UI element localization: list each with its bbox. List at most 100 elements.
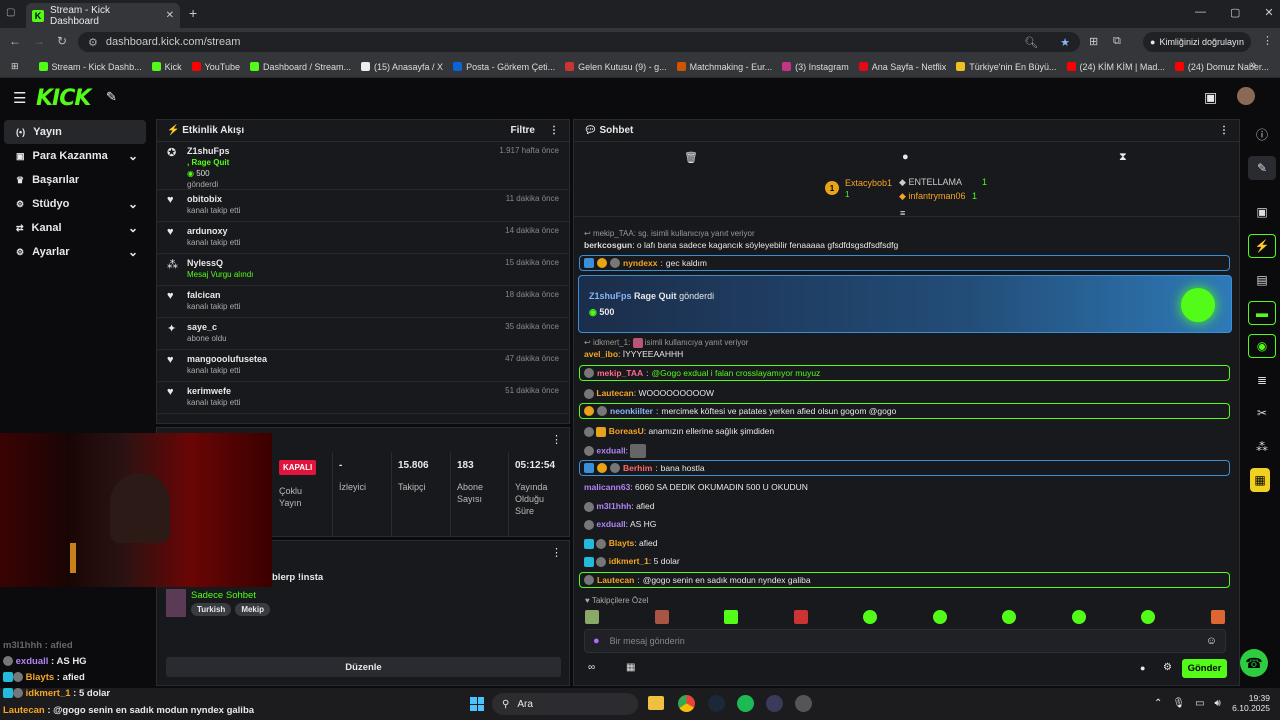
event-user[interactable]: NylessQ — [187, 258, 253, 268]
capture-icon[interactable]: ▣ — [1248, 200, 1276, 224]
tab-list-icon[interactable]: ▢ — [6, 7, 15, 18]
emote-2-icon[interactable] — [654, 610, 669, 624]
emote-8-icon[interactable] — [1071, 610, 1086, 624]
close-tab-icon[interactable]: ✕ — [166, 10, 174, 21]
chat-user[interactable]: Blayts — [609, 538, 635, 548]
event-user[interactable]: kerimwefe — [187, 386, 240, 396]
tray-volume-icon[interactable]: 🔊︎ — [1215, 698, 1221, 709]
top-gifter-1-name[interactable]: Extacybob1 — [845, 178, 892, 188]
filter-button[interactable]: Filtre — [511, 125, 535, 136]
tools-icon[interactable]: ✎ — [106, 89, 117, 105]
chat-user[interactable]: berkcosgun — [584, 240, 632, 250]
apps-icon[interactable]: ⊞ — [6, 61, 24, 72]
sidebar-item-2[interactable]: ♛ Başarılar — [4, 168, 146, 192]
quick-action-icon[interactable]: ⚡ — [1248, 234, 1276, 258]
tag-chip[interactable]: Turkish — [191, 603, 232, 616]
bookmark-item[interactable]: Stream - Kick Dashb... — [34, 62, 147, 72]
info-icon[interactable]: ⓘ — [1248, 122, 1276, 146]
menu-icon[interactable]: ☰ — [13, 89, 26, 107]
bookmark-item[interactable]: Türkiye'nin En Büyü... — [951, 62, 1061, 72]
reload-icon[interactable]: ↻ — [57, 34, 67, 48]
chat-toggle-icon[interactable]: ▬ — [1248, 301, 1276, 325]
emote-10-icon[interactable] — [1210, 610, 1225, 624]
chrome-icon[interactable] — [678, 695, 695, 712]
kick-logo[interactable]: KICK — [36, 86, 91, 111]
wrench-icon[interactable]: ✂ — [1248, 401, 1276, 425]
top-gifter-3-name[interactable]: infantryman06 — [908, 191, 965, 201]
top-gifter-2-name[interactable]: ENTELLAMA — [908, 177, 961, 187]
emote-4-icon[interactable] — [793, 610, 808, 624]
more-bookmarks-icon[interactable]: » — [1250, 59, 1256, 71]
edit-icon[interactable]: ✎ — [1248, 156, 1276, 180]
spotify-icon[interactable] — [737, 695, 754, 712]
bookmark-item[interactable]: (3) Instagram — [777, 62, 854, 72]
layers-icon[interactable]: ≣ — [1248, 368, 1276, 392]
emote-7-icon[interactable] — [1002, 610, 1017, 624]
chat-user[interactable]: Berhim — [623, 463, 652, 473]
file-explorer-icon[interactable] — [648, 696, 664, 710]
bookmark-item[interactable]: (24) Domuz Naber... — [1170, 62, 1274, 72]
trash-icon[interactable]: 🗑︎ — [684, 151, 698, 164]
event-user[interactable]: Z1shuFps — [187, 146, 230, 156]
avatar[interactable] — [1237, 87, 1255, 105]
site-info-icon[interactable]: ⚙ — [88, 36, 98, 49]
chat-user[interactable]: idkmert_1 — [609, 556, 649, 566]
support-icon[interactable]: ☎ — [1240, 649, 1268, 677]
chat-bubble-icon[interactable]: ● — [902, 151, 909, 163]
chevron-down-icon[interactable]: ⌄ — [128, 221, 138, 235]
event-user[interactable]: ardunoxy — [187, 226, 240, 236]
minimize-icon[interactable]: — — [1195, 6, 1206, 19]
chat-settings-bubble-icon[interactable]: ● — [1140, 663, 1145, 673]
share-icon[interactable]: ⁂ — [1248, 435, 1276, 459]
points-icon[interactable]: ∞ — [588, 662, 595, 673]
emote-1-icon[interactable] — [585, 610, 599, 624]
broadcast-toggle-icon[interactable]: ◉ — [1248, 334, 1276, 358]
category-name[interactable]: Sadece Sohbet — [191, 590, 256, 601]
tray-chevron-icon[interactable]: ⌃ — [1154, 698, 1162, 709]
tray-display-icon[interactable]: ▭ — [1195, 698, 1204, 709]
emote-5-icon[interactable] — [863, 610, 878, 624]
back-icon[interactable]: ← — [9, 34, 21, 48]
sidebar-item-1[interactable]: ▣ Para Kazanma ⌄ — [4, 144, 146, 168]
bookmark-item[interactable]: YouTube — [187, 62, 245, 72]
chat-user[interactable]: mekip_TAA — [597, 368, 643, 378]
chat-menu-icon[interactable]: ⋮ — [1219, 125, 1229, 136]
chat-user[interactable]: Lautecan — [597, 575, 634, 585]
browser-menu-icon[interactable]: ⋮ — [1262, 34, 1273, 47]
address-bar[interactable]: ⚙ dashboard.kick.com/stream 🔍︎ ★ — [78, 32, 1080, 52]
sidebar-item-4[interactable]: ⇄ Kanal ⌄ — [4, 216, 146, 240]
banner-user[interactable]: Z1shuFps — [589, 291, 632, 301]
event-user[interactable]: obitobix — [187, 194, 240, 204]
stats-menu-icon[interactable]: ⋮ — [551, 433, 562, 446]
send-button[interactable]: Gönder — [1182, 659, 1227, 678]
chat-user[interactable]: exduall — [596, 445, 625, 455]
taskbar-clock[interactable]: 19:39 6.10.2025 — [1232, 693, 1270, 713]
sidebar-item-0[interactable]: (•) Yayın — [4, 120, 146, 144]
app-icon[interactable] — [795, 695, 812, 712]
windows-start-icon[interactable] — [470, 697, 484, 711]
hourglass-icon[interactable]: ⧗ — [1119, 151, 1127, 164]
sidebar-item-5[interactable]: ⚙ Ayarlar ⌄ — [4, 240, 146, 264]
taskbar-search[interactable]: ⚲ Ara — [492, 693, 638, 715]
maximize-icon[interactable]: ▢ — [1230, 6, 1240, 19]
close-window-icon[interactable]: ✕ — [1264, 6, 1273, 19]
mic-icon[interactable]: ● — [593, 635, 600, 647]
chat-user[interactable]: nyndexx — [623, 258, 658, 268]
zoom-icon[interactable]: 🔍︎ — [1024, 36, 1038, 49]
profile-button[interactable]: ● Kimliğinizi doğrulayın — [1143, 32, 1251, 52]
activity-menu-icon[interactable]: ⋮ — [549, 125, 559, 136]
new-tab-icon[interactable]: + — [189, 5, 197, 21]
event-user[interactable]: mangooolufusetea — [187, 354, 267, 364]
notes-icon[interactable]: ▤ — [1248, 268, 1276, 292]
bookmark-item[interactable]: (24) KİM KİM | Mad... — [1062, 62, 1170, 72]
store-icon[interactable]: ▦ — [626, 662, 635, 673]
bookmark-item[interactable]: Dashboard / Stream... — [245, 62, 356, 72]
emote-6-icon[interactable] — [932, 610, 947, 624]
browser-tab[interactable]: K Stream - Kick Dashboard ✕ — [26, 3, 180, 28]
chat-user[interactable]: Lautecan — [596, 388, 633, 398]
event-user[interactable]: falcican — [187, 290, 240, 300]
calendar-icon[interactable]: ▦ — [1250, 468, 1270, 492]
steam-icon[interactable] — [708, 695, 725, 712]
bookmark-item[interactable]: Kick — [147, 62, 187, 72]
emoji-icon[interactable]: ☺ — [1206, 635, 1217, 647]
